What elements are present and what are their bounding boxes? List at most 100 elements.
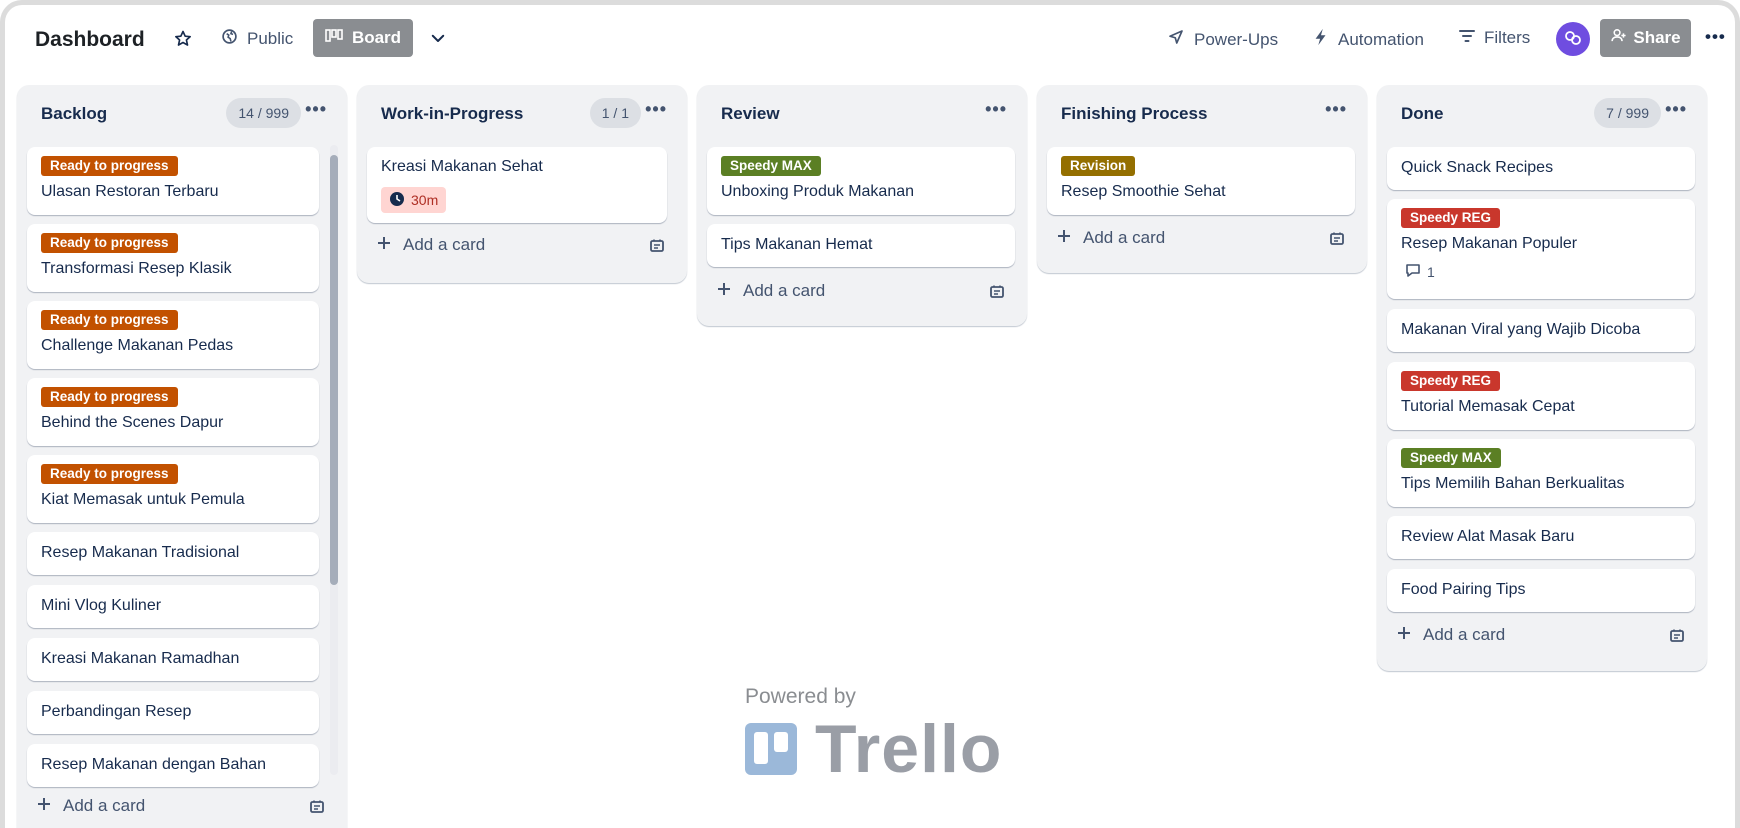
card[interactable]: Speedy REG Resep Makanan Populer 1 (1387, 199, 1695, 299)
list-header: Backlog 14 / 999 ••• (17, 85, 347, 141)
visibility-button[interactable]: Public (221, 28, 293, 50)
list-more-icon[interactable]: ••• (305, 99, 327, 120)
share-button[interactable]: Share (1600, 19, 1691, 57)
trello-wordmark: Trello (815, 711, 1003, 787)
card-title: Kiat Memasak untuk Pemula (41, 491, 245, 508)
add-card-button[interactable]: Add a card (37, 796, 145, 816)
card-template-icon[interactable] (1669, 628, 1685, 649)
list-more-icon[interactable]: ••• (645, 99, 667, 120)
list-more-icon[interactable]: ••• (985, 99, 1007, 120)
filters-label: Filters (1484, 28, 1531, 47)
card-title: Kreasi Makanan Sehat (381, 158, 543, 175)
list-scrollbar[interactable] (330, 145, 338, 775)
card-count-badge: 7 / 999 (1594, 98, 1661, 128)
board-view-icon (325, 28, 343, 48)
comment-count-badge: 1 (1405, 263, 1435, 280)
list-done: Done 7 / 999 ••• Quick Snack Recipes Spe… (1377, 85, 1707, 671)
add-card-label: Add a card (403, 235, 486, 254)
card-label: Speedy MAX (721, 156, 821, 176)
card[interactable]: Kreasi Makanan Ramadhan (27, 638, 319, 681)
card[interactable]: Ready to progress Ulasan Restoran Terbar… (27, 147, 319, 215)
scrollbar-thumb[interactable] (330, 155, 338, 585)
card-title: Tips Memilih Bahan Berkualitas (1401, 475, 1625, 492)
card[interactable]: Food Pairing Tips (1387, 569, 1695, 612)
board-title[interactable]: Dashboard (35, 28, 145, 52)
card-title: Quick Snack Recipes (1401, 159, 1554, 176)
filters-button[interactable]: Filters (1459, 28, 1530, 48)
add-card-button[interactable]: Add a card (377, 235, 485, 255)
card-template-icon[interactable] (309, 799, 325, 820)
card[interactable]: Resep Makanan Tradisional (27, 532, 319, 575)
card[interactable]: Perbandingan Resep (27, 691, 319, 734)
powered-by-label: Powered by (745, 685, 856, 708)
more-icon[interactable]: ••• (1705, 27, 1726, 47)
card-template-icon[interactable] (1329, 231, 1345, 252)
card-title: Challenge Makanan Pedas (41, 337, 234, 354)
list-more-icon[interactable]: ••• (1325, 99, 1347, 120)
card-title: Resep Smoothie Sehat (1061, 183, 1226, 200)
trello-branding: Trello (745, 715, 1002, 783)
list-review: Review ••• Speedy MAX Unboxing Produk Ma… (697, 85, 1027, 326)
card[interactable]: Resep Makanan dengan Bahan (27, 744, 319, 787)
share-label: Share (1633, 28, 1681, 47)
card-label: Ready to progress (41, 233, 178, 253)
list-backlog: Backlog 14 / 999 ••• Ready to progress U… (17, 85, 347, 828)
add-card-label: Add a card (1423, 625, 1506, 644)
add-card-button[interactable]: Add a card (1397, 625, 1505, 645)
powerups-button[interactable]: Power-Ups (1167, 28, 1278, 51)
chevron-down-icon[interactable] (429, 29, 447, 47)
card[interactable]: Ready to progress Transformasi Resep Kla… (27, 224, 319, 292)
card-title: Tips Makanan Hemat (721, 236, 873, 253)
list-title[interactable]: Review (721, 104, 780, 124)
card-title: Resep Makanan dengan Bahan (41, 756, 267, 773)
card-title: Resep Makanan Populer (1401, 235, 1578, 252)
card-template-icon[interactable] (989, 284, 1005, 305)
card-title: Perbandingan Resep (41, 703, 192, 720)
lightning-icon (1313, 28, 1329, 51)
add-card-label: Add a card (1083, 228, 1166, 247)
add-card-button[interactable]: Add a card (1057, 228, 1165, 248)
avatar[interactable] (1556, 22, 1590, 56)
board-view-button[interactable]: Board (313, 19, 413, 57)
card-title: Behind the Scenes Dapur (41, 414, 224, 431)
card[interactable]: Speedy REG Tutorial Memasak Cepat (1387, 362, 1695, 430)
card[interactable]: Speedy MAX Tips Memilih Bahan Berkualita… (1387, 439, 1695, 507)
card-label: Speedy MAX (1401, 448, 1501, 468)
list-title[interactable]: Finishing Process (1061, 104, 1207, 124)
card[interactable]: Revision Resep Smoothie Sehat (1047, 147, 1355, 215)
plus-icon (1057, 228, 1071, 248)
card-label: Ready to progress (41, 310, 178, 330)
list-header: Done 7 / 999 ••• (1377, 85, 1707, 141)
board-window: Dashboard Public Board Power-Ups Automat… (0, 0, 1740, 828)
card-title: Unboxing Produk Makanan (721, 183, 915, 200)
plus-icon (717, 281, 731, 301)
card[interactable]: Mini Vlog Kuliner (27, 585, 319, 628)
automation-button[interactable]: Automation (1313, 28, 1424, 51)
card[interactable]: Review Alat Masak Baru (1387, 516, 1695, 559)
add-user-icon (1610, 27, 1627, 49)
list-more-icon[interactable]: ••• (1665, 99, 1687, 120)
card[interactable]: Tips Makanan Hemat (707, 224, 1015, 267)
card-template-icon[interactable] (649, 238, 665, 259)
card-title: Kreasi Makanan Ramadhan (41, 650, 240, 667)
star-icon[interactable] (173, 29, 193, 49)
card[interactable]: Kreasi Makanan Sehat 30m (367, 147, 667, 223)
list-finishing-process: Finishing Process ••• Revision Resep Smo… (1037, 85, 1367, 273)
due-time-badge: 30m (381, 187, 447, 213)
list-header: Work-in-Progress 1 / 1 ••• (357, 85, 687, 141)
card-title: Resep Makanan Tradisional (41, 544, 240, 561)
card[interactable]: Makanan Viral yang Wajib Dicoba (1387, 309, 1695, 352)
list-title[interactable]: Done (1401, 104, 1444, 124)
card[interactable]: Ready to progress Behind the Scenes Dapu… (27, 378, 319, 446)
comment-count: 1 (1427, 263, 1435, 280)
card-title: Tutorial Memasak Cepat (1401, 398, 1575, 415)
list-title[interactable]: Work-in-Progress (381, 104, 523, 124)
add-card-button[interactable]: Add a card (717, 281, 825, 301)
globe-icon (221, 28, 238, 50)
card[interactable]: Ready to progress Kiat Memasak untuk Pem… (27, 455, 319, 523)
card[interactable]: Ready to progress Challenge Makanan Peda… (27, 301, 319, 369)
list-title[interactable]: Backlog (41, 104, 107, 124)
card-title: Makanan Viral yang Wajib Dicoba (1401, 321, 1641, 338)
card[interactable]: Quick Snack Recipes (1387, 147, 1695, 190)
card[interactable]: Speedy MAX Unboxing Produk Makanan (707, 147, 1015, 215)
